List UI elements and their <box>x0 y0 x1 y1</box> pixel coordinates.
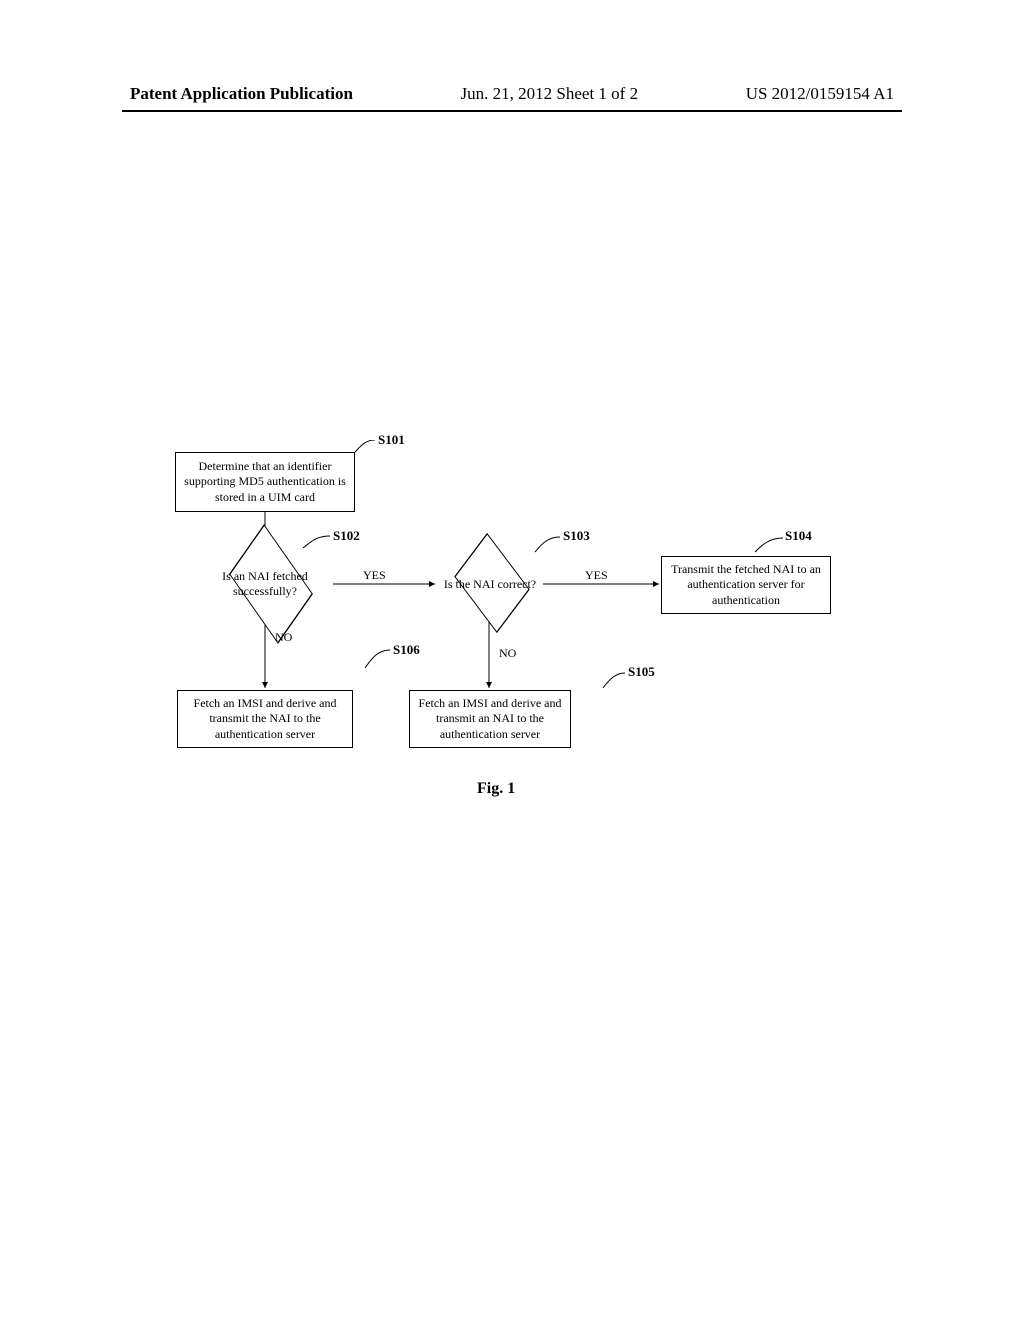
decision-s102-text: Is an NAI fetched successfully? <box>197 569 333 599</box>
page: Patent Application Publication Jun. 21, … <box>0 0 1024 1320</box>
decision-s102: Is an NAI fetched successfully? <box>197 558 333 610</box>
edge-no-2: NO <box>499 646 516 661</box>
step-s106: Fetch an IMSI and derive and transmit th… <box>177 690 353 748</box>
edge-yes-1: YES <box>363 568 386 583</box>
flowchart: Determine that an identifier supporting … <box>165 440 895 800</box>
decision-s103-text: Is the NAI correct? <box>444 577 536 592</box>
label-s102: S102 <box>333 528 360 544</box>
step-s104-text: Transmit the fetched NAI to an authentic… <box>668 562 824 609</box>
edge-yes-2: YES <box>585 568 608 583</box>
step-s106-text: Fetch an IMSI and derive and transmit th… <box>184 696 346 743</box>
edge-no-1: NO <box>275 630 292 645</box>
label-s106: S106 <box>393 642 420 658</box>
header-center: Jun. 21, 2012 Sheet 1 of 2 <box>461 84 639 104</box>
step-s104: Transmit the fetched NAI to an authentic… <box>661 556 831 614</box>
decision-s103: Is the NAI correct? <box>435 558 545 610</box>
label-s103: S103 <box>563 528 590 544</box>
step-s101-text: Determine that an identifier supporting … <box>182 459 348 506</box>
header-right: US 2012/0159154 A1 <box>746 84 894 104</box>
label-s105: S105 <box>628 664 655 680</box>
label-s104: S104 <box>785 528 812 544</box>
label-s101: S101 <box>378 432 405 448</box>
page-header: Patent Application Publication Jun. 21, … <box>0 78 1024 112</box>
step-s105: Fetch an IMSI and derive and transmit an… <box>409 690 571 748</box>
step-s105-text: Fetch an IMSI and derive and transmit an… <box>416 696 564 743</box>
step-s101: Determine that an identifier supporting … <box>175 452 355 512</box>
header-left: Patent Application Publication <box>130 84 353 104</box>
figure-caption: Fig. 1 <box>477 780 515 798</box>
header-rule <box>122 110 902 112</box>
